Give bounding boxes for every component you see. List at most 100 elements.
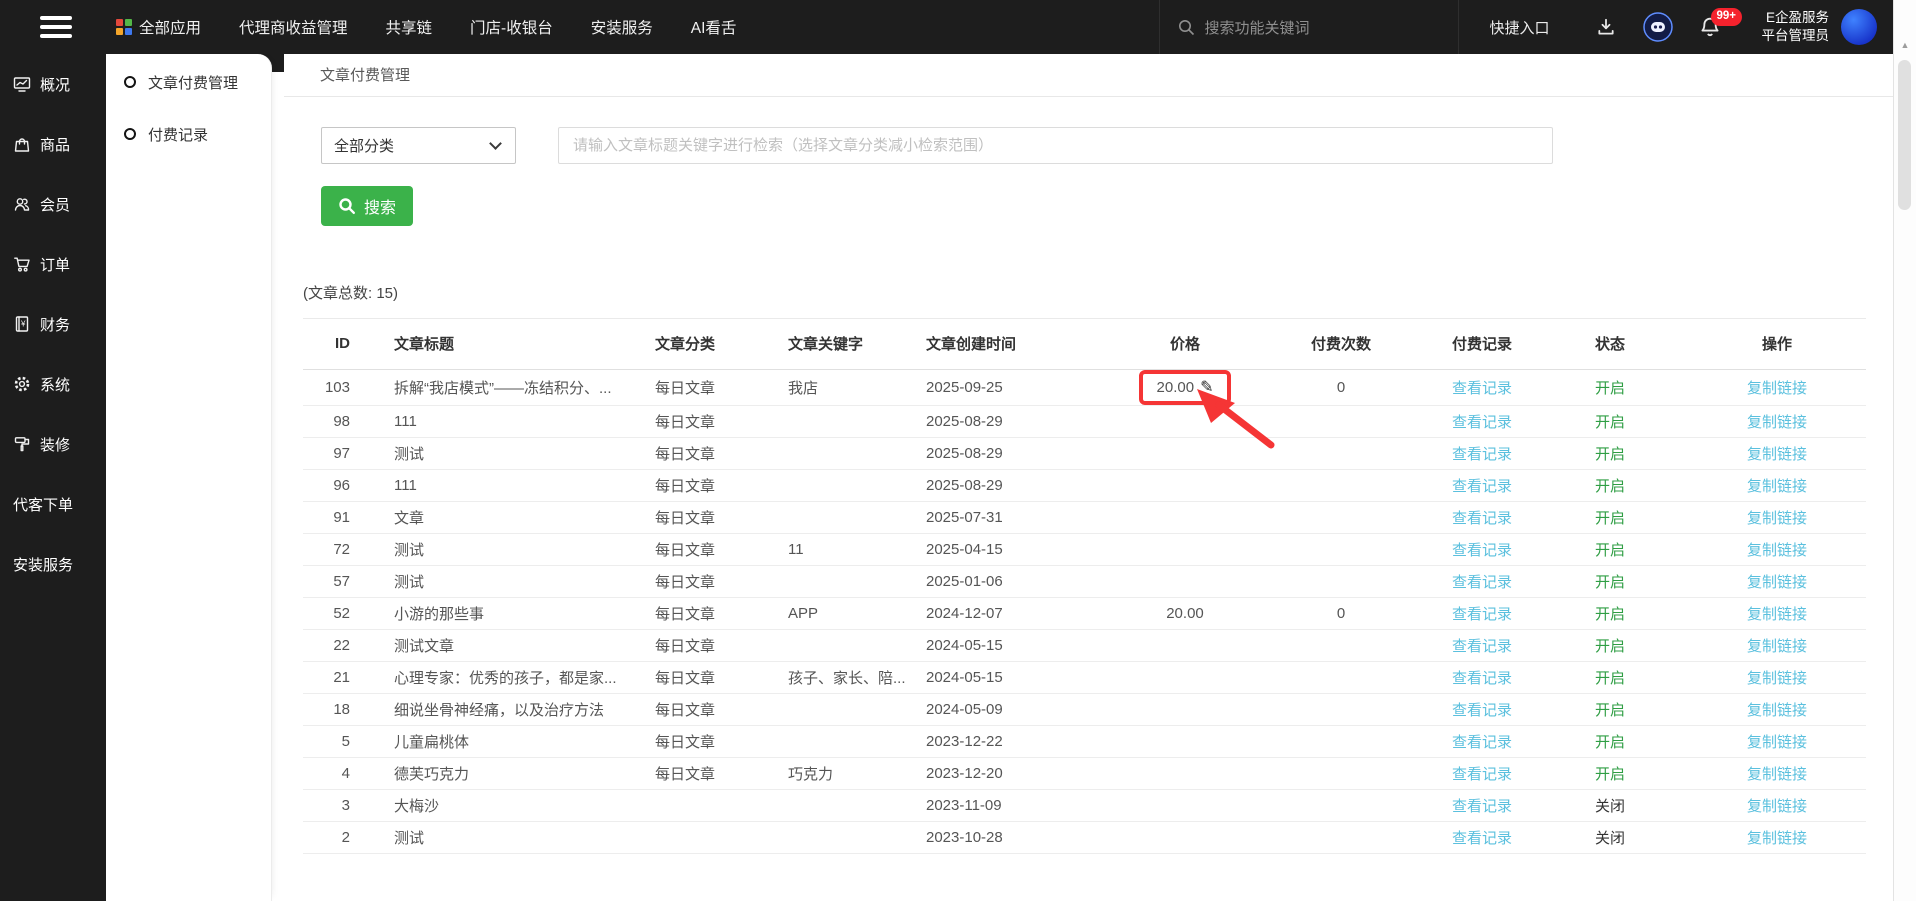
cell-title-text: 111 <box>394 413 417 430</box>
topnav-item[interactable]: 代理商收益管理 <box>239 16 348 38</box>
quick-entry-link[interactable]: 快捷入口 <box>1459 17 1579 38</box>
scrollbar-thumb[interactable] <box>1898 60 1911 210</box>
copy-link-action[interactable]: 复制链接 <box>1747 670 1807 687</box>
view-records-link[interactable]: 查看记录 <box>1452 380 1512 397</box>
cell-title: 测试 <box>368 437 630 469</box>
sidebar-item[interactable]: 装修 <box>0 414 106 474</box>
view-records-link[interactable]: 查看记录 <box>1452 414 1512 431</box>
copy-link-action[interactable]: 复制链接 <box>1747 478 1807 495</box>
status-badge: 开启 <box>1595 734 1625 751</box>
topnav-item[interactable]: 门店-收银台 <box>470 16 553 38</box>
edit-price-pencil-icon[interactable]: ✎ <box>1200 379 1213 396</box>
copy-link-action[interactable]: 复制链接 <box>1747 702 1807 719</box>
global-search-input[interactable]: 搜索功能关键词 <box>1159 0 1459 54</box>
cell-id: 52 <box>303 597 368 629</box>
sidebar-item[interactable]: 系统 <box>0 354 106 414</box>
view-records-link[interactable]: 查看记录 <box>1452 830 1512 847</box>
topnav-item[interactable]: 安装服务 <box>591 16 653 38</box>
primary-sidebar: 概况商品会员订单¥财务系统装修代客下单安装服务 <box>0 54 106 901</box>
cell-status: 开启 <box>1532 629 1688 661</box>
keyword-input[interactable] <box>558 127 1553 164</box>
view-records-link[interactable]: 查看记录 <box>1452 542 1512 559</box>
sidebar-item[interactable]: 代客下单 <box>0 474 106 534</box>
copy-link-action[interactable]: 复制链接 <box>1747 638 1807 655</box>
cell-created: 2024-12-07 <box>900 597 1120 629</box>
cell-keyword <box>760 405 900 437</box>
copy-link-action[interactable]: 复制链接 <box>1747 798 1807 815</box>
view-records-link[interactable]: 查看记录 <box>1452 478 1512 495</box>
cell-created-text: 2023-12-22 <box>926 733 1003 750</box>
topnav-item[interactable]: 共享链 <box>386 16 433 38</box>
avatar[interactable] <box>1841 9 1877 45</box>
cell-title-text: 文章 <box>394 510 424 527</box>
view-records-link[interactable]: 查看记录 <box>1452 766 1512 783</box>
cell-title-text: 心理专家：优秀的孩子，都是家... <box>394 670 617 687</box>
cell-category: 每日文章 <box>630 437 760 469</box>
copy-link-action[interactable]: 复制链接 <box>1747 542 1807 559</box>
cell-id-text: 98 <box>333 413 350 430</box>
sidebar-item[interactable]: 安装服务 <box>0 534 106 594</box>
search-button[interactable]: 搜索 <box>321 186 413 226</box>
notifications-button[interactable]: 99+ <box>1684 0 1736 54</box>
sidebar-item[interactable]: 会员 <box>0 174 106 234</box>
sidebar-item[interactable]: 概况 <box>0 54 106 114</box>
cell-created-text: 2025-04-15 <box>926 541 1003 558</box>
sidebar-item-label: 装修 <box>40 434 70 455</box>
cell-status: 开启 <box>1532 369 1688 405</box>
topnav-item[interactable]: AI看舌 <box>691 16 737 38</box>
copy-link-action[interactable]: 复制链接 <box>1747 446 1807 463</box>
cell-pay-count <box>1250 789 1432 821</box>
submenu-item[interactable]: 文章付费管理 <box>106 58 271 106</box>
view-records-link[interactable]: 查看记录 <box>1452 638 1512 655</box>
scrollbar-up-arrow-icon[interactable]: ▲ <box>1894 40 1916 50</box>
page-scrollbar[interactable]: ▲ <box>1893 0 1916 901</box>
view-records-link[interactable]: 查看记录 <box>1452 670 1512 687</box>
view-records-link[interactable]: 查看记录 <box>1452 798 1512 815</box>
copy-link-action[interactable]: 复制链接 <box>1747 574 1807 591</box>
hamburger-menu-icon[interactable] <box>40 16 72 38</box>
sidebar-item[interactable]: ¥财务 <box>0 294 106 354</box>
category-select[interactable]: 全部分类 <box>321 127 516 164</box>
topbar-right-cluster: 搜索功能关键词 快捷入口 99+ E企盈服务 平台管理员 <box>1159 0 1893 54</box>
view-records-link[interactable]: 查看记录 <box>1452 734 1512 751</box>
sidebar-item[interactable]: 商品 <box>0 114 106 174</box>
cell-id-text: 22 <box>333 637 350 654</box>
cell-record: 查看记录 <box>1432 501 1532 533</box>
cell-id: 72 <box>303 533 368 565</box>
copy-link-action[interactable]: 复制链接 <box>1747 606 1807 623</box>
cell-keyword-text: 我店 <box>788 380 818 397</box>
cell-category-text: 每日文章 <box>655 702 715 719</box>
ai-assistant-button[interactable] <box>1632 0 1684 54</box>
cell-price <box>1120 501 1250 533</box>
cell-created: 2023-12-20 <box>900 757 1120 789</box>
cell-action: 复制链接 <box>1688 629 1866 661</box>
sidebar-item[interactable]: 订单 <box>0 234 106 294</box>
copy-link-action[interactable]: 复制链接 <box>1747 510 1807 527</box>
account-name: E企盈服务 <box>1762 9 1830 27</box>
column-header: 操作 <box>1688 319 1866 369</box>
topnav-item[interactable]: 全部应用 <box>116 16 201 38</box>
copy-link-action[interactable]: 复制链接 <box>1747 830 1807 847</box>
cell-keyword: 巧克力 <box>760 757 900 789</box>
account-info[interactable]: E企盈服务 平台管理员 <box>1762 9 1830 45</box>
copy-link-action[interactable]: 复制链接 <box>1747 766 1807 783</box>
view-records-link[interactable]: 查看记录 <box>1452 574 1512 591</box>
copy-link-action[interactable]: 复制链接 <box>1747 734 1807 751</box>
cell-title: 测试文章 <box>368 629 630 661</box>
table-row: 103拆解“我店模式”——冻结积分、...每日文章我店2025-09-2520.… <box>303 369 1866 405</box>
cell-action: 复制链接 <box>1688 597 1866 629</box>
download-button[interactable] <box>1580 0 1632 54</box>
copy-link-action[interactable]: 复制链接 <box>1747 414 1807 431</box>
copy-link-action[interactable]: 复制链接 <box>1747 380 1807 397</box>
cell-category-text: 每日文章 <box>655 380 715 397</box>
view-records-link[interactable]: 查看记录 <box>1452 446 1512 463</box>
submenu-item[interactable]: 付费记录 <box>106 110 271 158</box>
cell-action: 复制链接 <box>1688 501 1866 533</box>
cell-record: 查看记录 <box>1432 369 1532 405</box>
cell-pay-count <box>1250 661 1432 693</box>
view-records-link[interactable]: 查看记录 <box>1452 606 1512 623</box>
view-records-link[interactable]: 查看记录 <box>1452 702 1512 719</box>
view-records-link[interactable]: 查看记录 <box>1452 510 1512 527</box>
table-header-row: ID文章标题文章分类文章关键字文章创建时间价格付费次数付费记录状态操作 <box>303 319 1866 369</box>
cell-status: 开启 <box>1532 469 1688 501</box>
